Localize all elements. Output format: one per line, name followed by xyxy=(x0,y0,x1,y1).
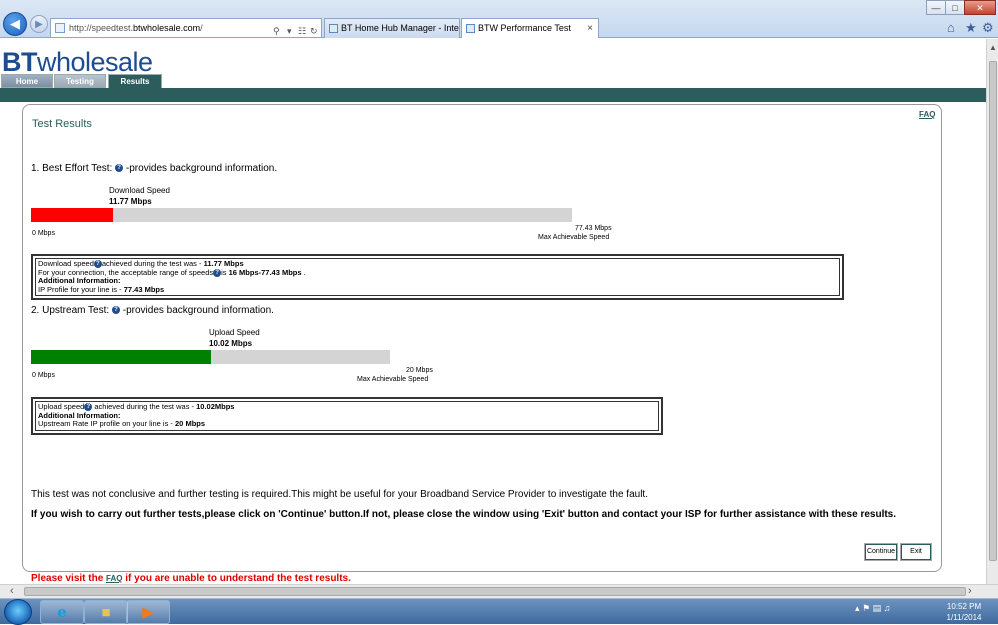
nav-tab-home[interactable]: Home xyxy=(1,74,53,88)
faq-link[interactable]: FAQ xyxy=(919,110,935,119)
download-speed-bar xyxy=(31,208,572,222)
download-min-label: 0 Mbps xyxy=(32,230,55,237)
logo-bt: BT xyxy=(2,47,38,77)
home-icon[interactable]: ⌂ xyxy=(947,20,955,35)
header-band xyxy=(0,88,986,102)
help-icon[interactable]: ? xyxy=(213,268,222,277)
tab-favicon-icon xyxy=(329,24,338,33)
close-icon: ✕ xyxy=(976,3,984,13)
address-bar[interactable]: http://speedtest.btwholesale.com/ ⚲ ▾ ☷ … xyxy=(50,18,322,38)
result-message: This test was not conclusive and further… xyxy=(31,489,648,500)
url-host: btwholesale.com xyxy=(133,23,201,33)
clock-time: 10:52 PM xyxy=(946,602,982,611)
dropdown-icon[interactable]: ▾ xyxy=(287,22,292,40)
close-window-button[interactable]: ✕ xyxy=(964,0,996,15)
refresh-icon[interactable]: ↻ xyxy=(310,22,318,40)
maximize-button[interactable]: □ xyxy=(945,0,965,15)
gear-icon[interactable]: ⚙ xyxy=(982,20,994,36)
clock[interactable]: 10:52 PM 1/11/2014 xyxy=(938,601,990,623)
upload-speed-value: 10.02 Mbps xyxy=(209,339,253,348)
volume-icon[interactable]: ♫ xyxy=(884,603,891,613)
download-max-value: 77.43 Mbps xyxy=(575,225,612,232)
download-speed-label: Download Speed xyxy=(109,186,170,195)
tab-favicon-icon xyxy=(466,24,475,33)
upstream-heading: 2. Upstream Test: ? -provides background… xyxy=(31,305,274,316)
folder-icon[interactable]: ■ xyxy=(84,600,128,624)
flag-icon[interactable]: ⚑ xyxy=(862,603,870,613)
url-prefix: http://speedtest. xyxy=(69,23,134,33)
start-button[interactable] xyxy=(4,599,32,625)
range-info-line: For your connection, the acceptable rang… xyxy=(38,267,306,277)
upstream-profile-line: Upstream Rate IP profile on your line is… xyxy=(38,419,206,428)
tab-btw-performance-test[interactable]: BTW Performance Test × xyxy=(461,18,599,38)
upload-max-label: Max Achievable Speed xyxy=(357,376,429,383)
compat-view-icon[interactable]: ☷ xyxy=(298,22,306,40)
scroll-right-icon[interactable]: › xyxy=(968,585,972,597)
help-icon[interactable]: ? xyxy=(111,306,120,315)
best-effort-heading-suffix: -provides background information. xyxy=(125,163,278,174)
page-icon xyxy=(55,23,65,33)
continue-button[interactable]: Continue xyxy=(865,544,897,560)
upload-speed-fill xyxy=(31,350,211,364)
url-suffix: / xyxy=(200,23,203,33)
nav-tab-results[interactable]: Results xyxy=(108,74,162,89)
network-icon[interactable]: ▤ xyxy=(873,603,882,613)
bt-wholesale-logo: BTwholesale xyxy=(2,49,153,76)
close-tab-icon[interactable]: × xyxy=(587,19,593,38)
maximize-icon: □ xyxy=(952,3,958,13)
results-panel: Test Results FAQ 1. Best Effort Test: ? … xyxy=(22,104,942,584)
faq-note: Please visit the FAQ if you are unable t… xyxy=(31,573,351,584)
instruction-text: If you wish to carry out further tests,p… xyxy=(31,509,897,520)
help-icon[interactable]: ? xyxy=(115,164,124,173)
system-tray: ▴ ⚑ ▤ ♫ xyxy=(855,603,890,614)
page-content: BTwholesale Home Testing Results Test Re… xyxy=(0,39,986,584)
favorites-star-icon[interactable]: ★ xyxy=(965,20,977,36)
exit-button[interactable]: Exit xyxy=(901,544,931,560)
forward-button[interactable]: ▶ xyxy=(30,15,48,33)
upload-info-line: Upload speed? achieved during the test w… xyxy=(38,402,235,412)
arrow-left-icon: ◀ xyxy=(10,16,20,31)
download-speed-fill xyxy=(31,208,114,222)
upload-speed-bar xyxy=(31,350,390,364)
ip-profile-line: IP Profile for your line is - 77.43 Mbps xyxy=(38,284,165,294)
download-max-label: Max Achievable Speed xyxy=(538,234,610,241)
logo-wholesale: wholesale xyxy=(37,47,153,77)
upstream-heading-suffix: -provides background information. xyxy=(122,305,274,316)
faq-inline-link[interactable]: FAQ xyxy=(106,574,122,583)
best-effort-heading-prefix: 1. Best Effort Test: xyxy=(31,163,113,174)
scroll-left-icon[interactable]: ‹ xyxy=(10,585,14,597)
download-info-box: Download speed? achieved during the test … xyxy=(31,254,844,300)
vertical-scrollbar[interactable]: ▲ xyxy=(986,39,998,584)
back-button[interactable]: ◀ xyxy=(3,12,27,36)
taskbar: e ■ ▶ ▴ ⚑ ▤ ♫ 10:52 PM 1/11/2014 xyxy=(0,598,998,625)
internet-explorer-icon[interactable]: e xyxy=(40,600,84,624)
best-effort-heading: 1. Best Effort Test: ? -provides backgro… xyxy=(31,163,277,174)
upstream-heading-prefix: 2. Upstream Test: xyxy=(31,305,110,316)
upload-min-label: 0 Mbps xyxy=(32,372,55,379)
download-speed-value: 11.77 Mbps xyxy=(109,197,152,206)
tray-arrow-icon[interactable]: ▴ xyxy=(855,603,860,613)
scroll-up-icon[interactable]: ▲ xyxy=(989,43,997,52)
nav-tab-testing[interactable]: Testing xyxy=(54,74,106,88)
panel-title: Test Results xyxy=(32,118,92,130)
scroll-thumb[interactable] xyxy=(989,61,997,561)
tab-label: BT Home Hub Manager - Inter... xyxy=(341,23,460,33)
search-icon[interactable]: ⚲ xyxy=(273,22,280,40)
upload-speed-label: Upload Speed xyxy=(209,328,260,337)
scroll-thumb[interactable] xyxy=(24,587,966,596)
clock-date: 1/11/2014 xyxy=(946,613,982,622)
browser-toolbar: ◀ ▶ http://speedtest.btwholesale.com/ ⚲ … xyxy=(0,0,998,38)
upload-info-box: Upload speed? achieved during the test w… xyxy=(31,397,663,435)
horizontal-scrollbar[interactable]: ‹ › xyxy=(0,584,998,598)
upload-max-value: 20 Mbps xyxy=(406,367,433,374)
minimize-icon: — xyxy=(931,3,941,13)
arrow-right-icon: ▶ xyxy=(35,18,43,30)
tab-label: BTW Performance Test xyxy=(478,23,571,33)
minimize-button[interactable]: — xyxy=(926,0,946,15)
tab-bt-home-hub[interactable]: BT Home Hub Manager - Inter... xyxy=(324,18,460,38)
media-player-icon[interactable]: ▶ xyxy=(126,600,170,624)
